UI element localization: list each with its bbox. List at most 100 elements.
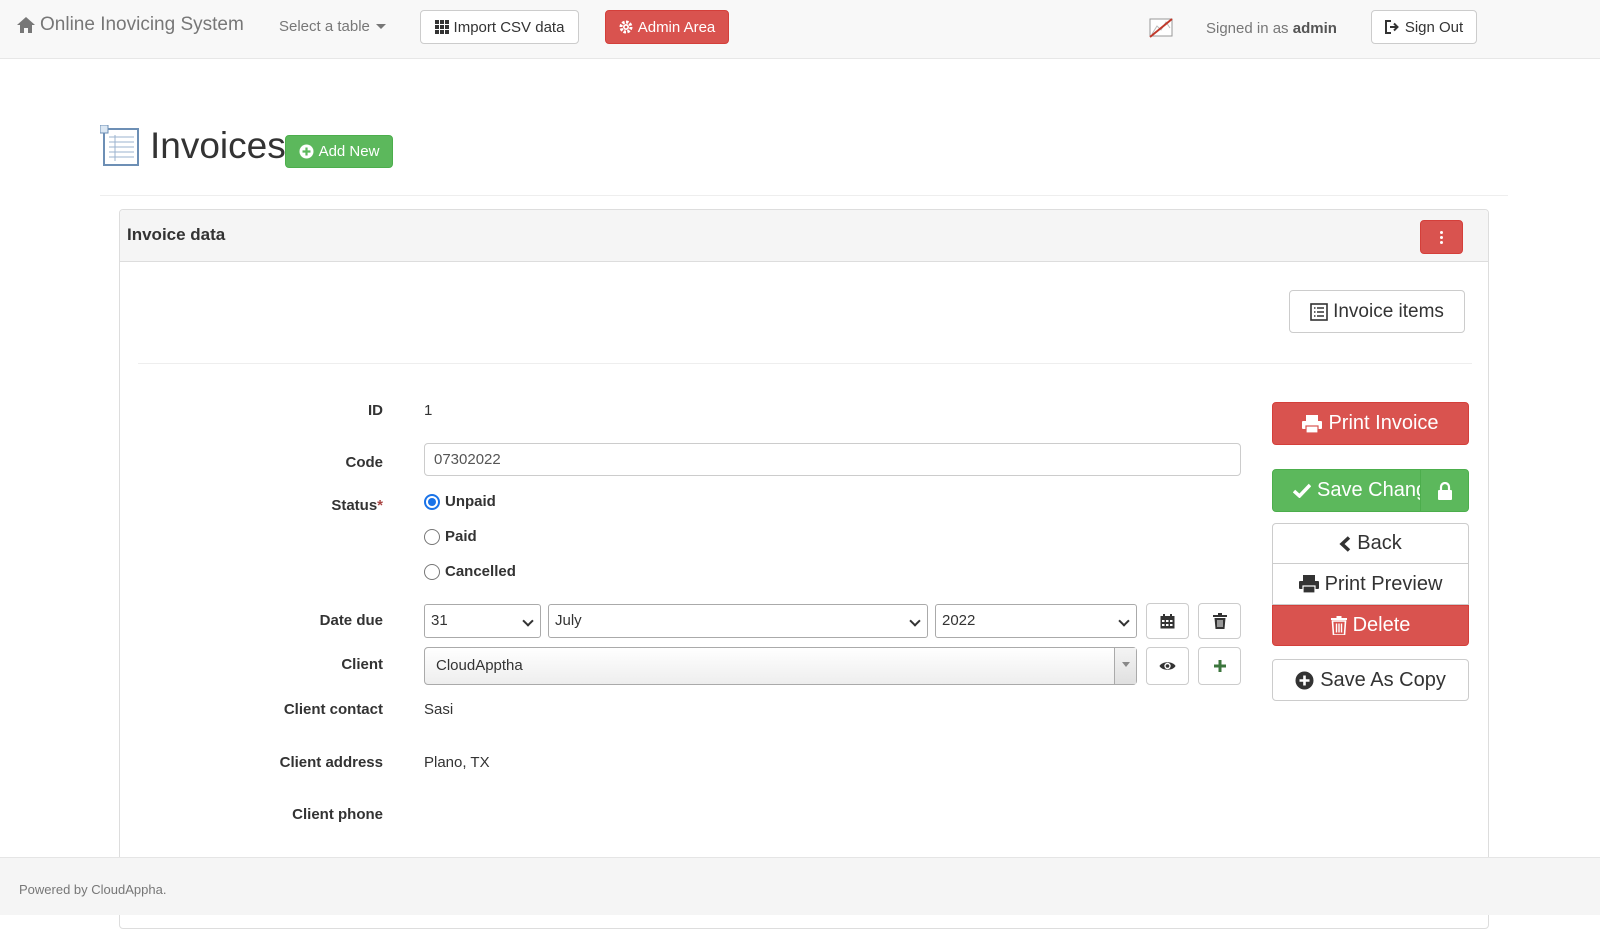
sign-out-button[interactable]: Sign Out — [1371, 10, 1477, 44]
chevron-left-icon — [1339, 535, 1351, 552]
status-option-cancelled[interactable]: Cancelled — [424, 563, 516, 580]
panel-title: Invoice data — [127, 225, 226, 244]
signed-in-text: Signed in as admin — [1206, 20, 1337, 37]
import-csv-button[interactable]: Import CSV data — [420, 10, 579, 44]
eye-icon — [1159, 662, 1176, 670]
mute-sound-icon[interactable] — [1147, 16, 1175, 40]
footer-text: Powered by CloudAppha. — [19, 882, 167, 897]
divider — [138, 363, 1472, 364]
client-phone-label: Client phone — [292, 806, 383, 823]
delete-label: Delete — [1352, 614, 1411, 636]
lock-button[interactable] — [1420, 470, 1468, 511]
calendar-icon — [1160, 613, 1175, 628]
gear-icon — [619, 20, 633, 34]
select-table-label: Select a table — [279, 18, 370, 35]
plus-circle-icon — [1295, 671, 1314, 689]
delete-button[interactable]: Delete — [1272, 605, 1469, 646]
print-preview-button[interactable]: Print Preview — [1272, 564, 1469, 605]
invoice-panel: Invoice data Invoice items ID 1 Code Sta… — [119, 209, 1489, 929]
lock-icon — [1437, 481, 1452, 500]
navigation-button-group: Back Print Preview Delete — [1272, 523, 1469, 646]
trash-icon — [1330, 616, 1347, 635]
page-title: Invoices — [150, 125, 286, 166]
client-address-value: Plano, TX — [424, 754, 490, 771]
code-label: Code — [345, 454, 384, 471]
invoice-items-button[interactable]: Invoice items — [1289, 290, 1465, 333]
back-label: Back — [1357, 532, 1402, 554]
status-option-paid[interactable]: Paid — [424, 528, 477, 545]
date-due-label: Date due — [319, 612, 383, 629]
panel-heading: Invoice data — [120, 210, 1488, 262]
save-as-copy-button[interactable]: Save As Copy — [1272, 659, 1469, 701]
view-client-button[interactable] — [1146, 647, 1189, 685]
save-as-copy-label: Save As Copy — [1320, 668, 1446, 691]
date-year-select[interactable]: 2022 — [935, 604, 1137, 638]
print-icon — [1302, 414, 1323, 433]
dropdown-arrow-icon — [1114, 648, 1136, 684]
plus-icon — [1213, 660, 1226, 672]
required-marker: * — [377, 497, 383, 514]
date-day-select[interactable]: 31 — [424, 604, 541, 638]
status-option-label: Cancelled — [445, 563, 516, 580]
radio-unselected[interactable] — [424, 563, 440, 580]
more-options-button[interactable] — [1420, 220, 1463, 254]
print-icon — [1298, 575, 1319, 593]
radio-unselected[interactable] — [424, 528, 440, 545]
chevron-down-icon — [1118, 615, 1130, 627]
chevron-down-icon — [909, 615, 921, 627]
status-label-text: Status — [331, 497, 378, 514]
kebab-icon — [1440, 230, 1443, 244]
client-contact-value: Sasi — [424, 701, 454, 718]
client-address-label: Client address — [279, 754, 383, 771]
sign-out-label: Sign Out — [1404, 18, 1464, 36]
status-option-label: Paid — [445, 528, 477, 545]
signed-in-user: admin — [1292, 20, 1337, 37]
chevron-down-icon — [522, 615, 534, 627]
date-day-value: 31 — [431, 612, 448, 629]
page-header: Invoices — [100, 125, 286, 167]
back-button[interactable]: Back — [1272, 523, 1469, 564]
status-option-unpaid[interactable]: Unpaid — [424, 493, 496, 510]
admin-area-label: Admin Area — [637, 18, 716, 36]
clear-date-button[interactable] — [1198, 603, 1241, 639]
trash-icon — [1212, 613, 1227, 629]
radio-selected[interactable] — [424, 493, 440, 510]
home-icon — [17, 17, 35, 33]
status-label: Status* — [331, 497, 383, 514]
date-month-value: July — [555, 612, 582, 629]
caret-down-icon — [375, 24, 386, 29]
print-invoice-label: Print Invoice — [1328, 412, 1439, 434]
signed-in-prefix: Signed in as — [1206, 20, 1289, 37]
table-document-icon — [100, 125, 139, 166]
divider — [100, 195, 1508, 196]
check-icon — [1293, 483, 1311, 498]
client-contact-label: Client contact — [283, 701, 383, 718]
status-option-label: Unpaid — [445, 493, 496, 510]
date-year-value: 2022 — [942, 612, 976, 629]
footer: Powered by CloudAppha. — [0, 857, 1600, 915]
id-value: 1 — [424, 402, 433, 419]
save-changes-button[interactable]: Save Chang — [1272, 469, 1469, 512]
navbar: Online Inovicing System Select a table I… — [0, 0, 1600, 59]
import-csv-label: Import CSV data — [453, 18, 565, 36]
grid-icon — [434, 20, 449, 34]
add-new-button[interactable]: Add New — [285, 135, 393, 168]
invoice-items-label: Invoice items — [1333, 300, 1444, 322]
client-value: CloudApptha — [436, 657, 523, 674]
admin-area-button[interactable]: Admin Area — [605, 10, 729, 44]
calendar-button[interactable] — [1146, 603, 1189, 639]
print-preview-label: Print Preview — [1324, 572, 1443, 595]
add-client-button[interactable] — [1198, 647, 1241, 685]
client-label: Client — [341, 656, 383, 673]
brand-link[interactable]: Online Inovicing System — [16, 14, 244, 36]
list-icon — [1310, 302, 1328, 321]
id-label: ID — [368, 402, 383, 419]
brand-text: Online Inovicing System — [40, 14, 244, 35]
date-month-select[interactable]: July — [548, 604, 928, 638]
select-table-dropdown[interactable]: Select a table — [279, 18, 386, 35]
client-select[interactable]: CloudApptha — [424, 647, 1137, 685]
code-input[interactable] — [424, 443, 1241, 476]
plus-circle-icon — [299, 144, 314, 159]
save-changes-label: Save Chang — [1317, 479, 1428, 501]
print-invoice-button[interactable]: Print Invoice — [1272, 402, 1469, 445]
